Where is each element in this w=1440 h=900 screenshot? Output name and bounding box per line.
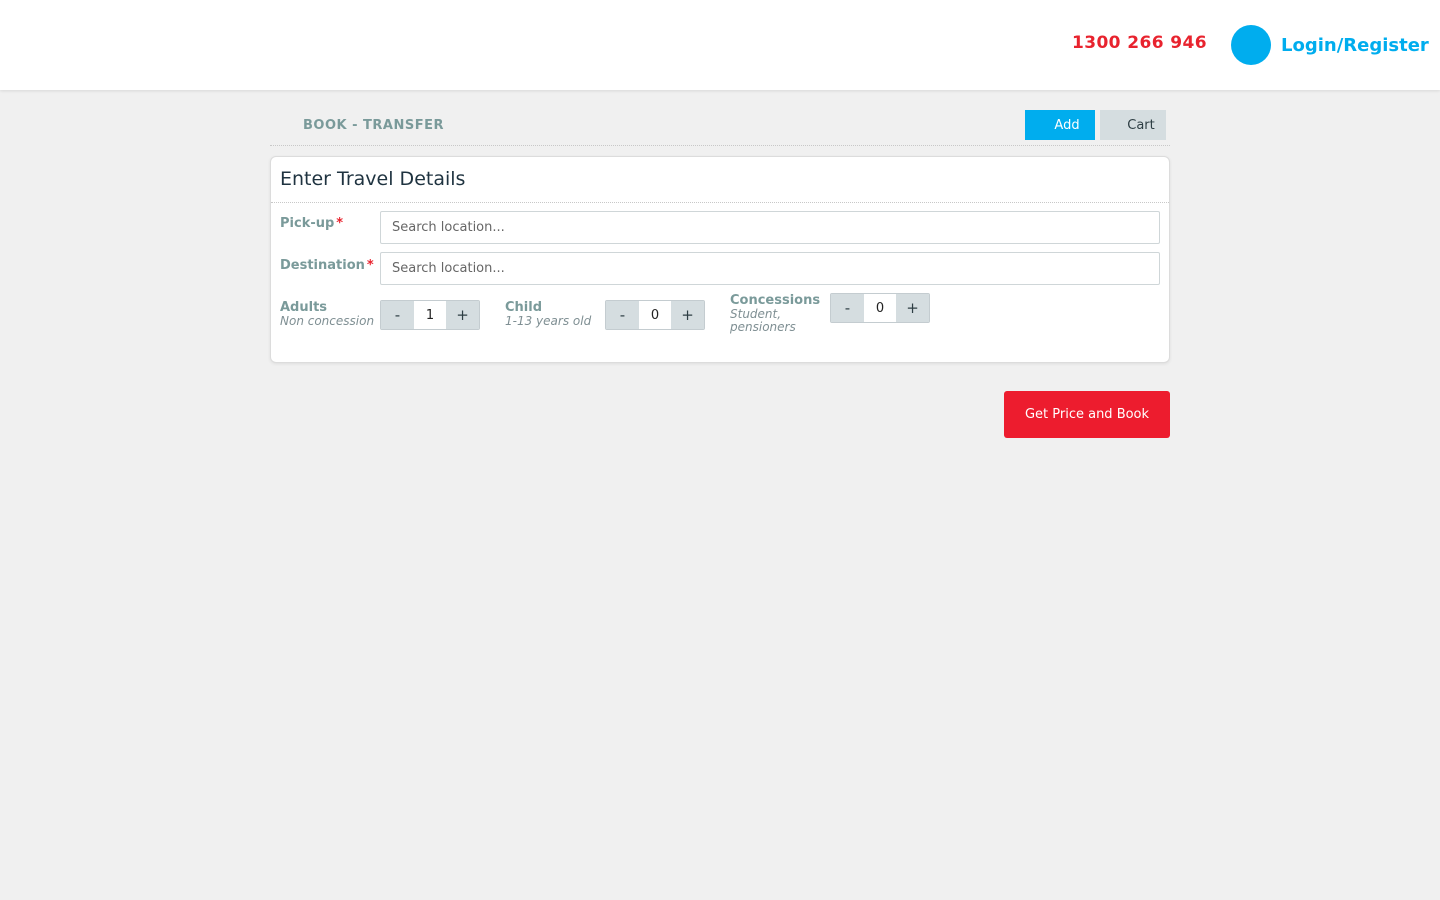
cart-button[interactable]: Cart [1100,110,1166,140]
get-price-and-book-button[interactable]: Get Price and Book [1004,391,1170,438]
concessions-sublabel-line2: pensioners [730,320,796,334]
user-avatar-icon[interactable] [1231,25,1271,65]
child-increment-button[interactable]: + [671,301,704,329]
adults-sublabel: Non concession [280,314,375,328]
required-mark: * [366,258,374,273]
concessions-decrement-button[interactable]: - [831,294,864,322]
adults-quantity-input[interactable] [414,301,446,329]
child-decrement-button[interactable]: - [606,301,639,329]
card-header: Enter Travel Details [271,157,1169,203]
pickup-label-text: Pick-up [280,216,335,231]
add-button[interactable]: Add [1025,110,1095,140]
child-quantity-input[interactable] [639,301,671,329]
adults-stepper: - + [380,300,480,330]
concessions-label-text: Concessions [730,293,821,308]
breadcrumb: BOOK - TRANSFER Add Cart [270,108,1170,146]
adults-decrement-button[interactable]: - [381,301,414,329]
destination-search-input[interactable] [380,252,1160,285]
concessions-increment-button[interactable]: + [896,294,929,322]
child-sublabel: 1-13 years old [505,314,592,328]
required-mark: * [336,216,344,231]
adults-increment-button[interactable]: + [446,301,479,329]
pickup-label: Pick-up * [280,216,343,231]
page-title: BOOK - TRANSFER [303,118,444,133]
child-label-text: Child [505,300,543,315]
destination-label-text: Destination [280,258,365,273]
card-title: Enter Travel Details [280,168,466,190]
concessions-stepper: - + [830,293,930,323]
child-label: Child 1-13 years old [505,301,591,328]
phone-number-link[interactable]: 1300 266 946 [1072,33,1207,53]
top-header: 1300 266 946 Login/Register [0,0,1440,90]
destination-label: Destination * [280,258,374,273]
concessions-quantity-input[interactable] [864,294,896,322]
concessions-label: Concessions Student, pensioners [730,294,820,334]
login-register-link[interactable]: Login/Register [1281,35,1429,56]
travel-details-card: Enter Travel Details Pick-up* Destinatio… [270,156,1170,363]
child-stepper: - + [605,300,705,330]
adults-label-text: Adults [280,300,328,315]
pickup-search-input[interactable] [380,211,1160,244]
adults-label: Adults Non concession [280,301,374,328]
